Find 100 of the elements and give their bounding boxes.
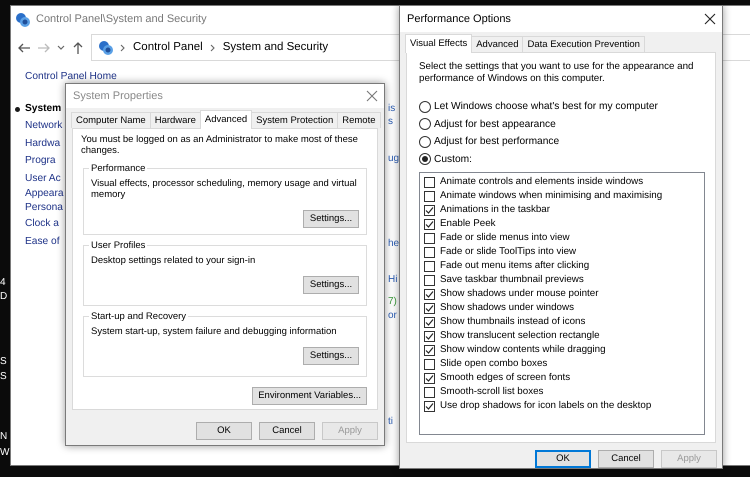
sidebar-link[interactable]: Network [25, 117, 62, 134]
checkbox[interactable] [424, 232, 435, 244]
chevron-icon [120, 44, 126, 52]
dialog-button[interactable]: Cancel [259, 422, 315, 440]
checkbox-label: Show window contents while dragging [440, 342, 606, 357]
link-text[interactable]: s [388, 116, 393, 128]
checkbox[interactable] [424, 316, 435, 328]
checkbox[interactable] [424, 330, 435, 342]
close-icon[interactable] [704, 13, 716, 25]
checkbox[interactable] [424, 190, 435, 202]
checkbox-label: Animate windows when minimising and maximising [440, 188, 662, 203]
checkbox[interactable] [424, 302, 435, 314]
checkbox-label: Smooth-scroll list boxes [440, 384, 544, 399]
checkbox-label: Use drop shadows for icon labels on the desktop [440, 398, 652, 413]
settings-button[interactable]: Settings... [303, 347, 359, 365]
checkbox[interactable] [424, 218, 435, 230]
tab[interactable]: Computer Name [71, 112, 151, 128]
desktop-icon-label[interactable]: S [0, 356, 7, 368]
tab[interactable]: Advanced [200, 110, 252, 129]
sidebar-link[interactable]: Clock a [25, 215, 59, 232]
tab[interactable]: Data Execution Prevention [522, 36, 645, 52]
checkbox[interactable] [424, 274, 435, 286]
control-panel-icon [15, 12, 30, 27]
up-icon[interactable] [71, 40, 85, 54]
sidebar-link[interactable]: Hardwa [25, 134, 60, 152]
link-text[interactable]: he [388, 238, 400, 250]
dialog-button[interactable]: OK [196, 422, 252, 440]
group-description: Desktop settings related to your sign-in [91, 255, 256, 266]
checkbox-label: Fade or slide ToolTips into view [440, 244, 576, 259]
window-title: Control Panel\System and Security [36, 12, 207, 27]
checkbox[interactable] [424, 260, 435, 272]
checkbox[interactable] [424, 358, 435, 370]
group-description: System start-up, system failure and debugging information [91, 326, 338, 337]
radio-button[interactable] [419, 100, 431, 113]
caret-icon[interactable] [57, 44, 65, 51]
breadcrumb[interactable]: System and Security [222, 38, 328, 56]
dialog-button[interactable]: OK [535, 450, 591, 468]
bullet-icon [15, 106, 20, 112]
checkbox[interactable] [424, 372, 435, 384]
radio-button[interactable] [419, 118, 431, 130]
sidebar-link[interactable]: System [25, 100, 62, 117]
sidebar-link[interactable]: Progra [25, 152, 56, 170]
back-icon[interactable] [17, 40, 31, 54]
checkbox[interactable] [424, 176, 435, 188]
sidebar-link[interactable]: Appeara [25, 187, 64, 201]
group-title: Performance [89, 163, 148, 174]
checkbox-label: Show thumbnails instead of icons [440, 314, 586, 329]
sidebar-link[interactable]: User Ac [25, 170, 61, 187]
tab[interactable]: System Protection [251, 112, 338, 128]
link-text[interactable]: is [388, 103, 396, 115]
radio-label: Adjust for best performance [434, 135, 560, 150]
notice-text: You must be logged on as an Administrator to make most of these changes. [80, 134, 359, 156]
control-panel-icon [98, 40, 113, 55]
radio-button[interactable] [419, 153, 431, 166]
checkbox[interactable] [424, 400, 435, 412]
desktop-icon-label[interactable]: S [0, 371, 7, 383]
checkbox[interactable] [424, 344, 435, 356]
checkbox-label: Fade or slide menus into view [440, 230, 570, 245]
sidebar-link[interactable]: Persona [25, 201, 63, 215]
settings-button[interactable]: Settings... [303, 210, 359, 228]
desktop-icon-label[interactable]: W [0, 447, 10, 459]
checkbox-label: Save taskbar thumbnail previews [440, 272, 584, 287]
desktop-icon-label[interactable]: 4 [0, 277, 6, 289]
group-description: Visual effects, processor scheduling, memory usage and virtual memory [91, 178, 358, 200]
checkbox-label: Animate controls and elements inside windows [440, 174, 644, 189]
desktop-icon-label[interactable]: N [0, 431, 8, 443]
sidebar-link[interactable]: Ease of [25, 232, 60, 250]
checkbox-label: Slide open combo boxes [440, 356, 548, 371]
link-text[interactable]: or [388, 310, 397, 322]
desktop-icon-label[interactable]: D [0, 291, 8, 303]
checkbox[interactable] [424, 246, 435, 258]
checkbox-label: Show shadows under mouse pointer [440, 286, 598, 301]
radio-label: Adjust for best appearance [434, 118, 556, 132]
checkbox[interactable] [424, 204, 435, 216]
window-title: Performance Options [407, 12, 511, 27]
environment-variables-button[interactable]: Environment Variables... [252, 387, 367, 405]
window-title: System Properties [73, 88, 163, 104]
checkbox[interactable] [424, 288, 435, 300]
checkbox-label: Fade out menu items after clicking [440, 258, 590, 273]
checkbox[interactable] [424, 386, 435, 398]
checkbox-label: Show translucent selection rectangle [440, 328, 600, 343]
chevron-icon [210, 44, 216, 52]
breadcrumb[interactable]: Control Panel [133, 38, 203, 56]
link-text[interactable]: Hi [388, 274, 398, 286]
link-text[interactable]: ti [388, 416, 393, 428]
checkbox-label: Show shadows under windows [440, 300, 574, 315]
checkbox-label: Enable Peek [440, 216, 496, 231]
tab[interactable]: Visual Effects [405, 34, 472, 53]
group-title: Start-up and Recovery [89, 311, 188, 322]
tab[interactable]: Remote [337, 112, 381, 128]
settings-button[interactable]: Settings... [303, 276, 359, 294]
link-text[interactable]: 7) [388, 296, 397, 308]
link-text[interactable]: ug [388, 153, 400, 165]
dialog-button[interactable]: Cancel [598, 450, 654, 468]
radio-label: Custom: [434, 152, 472, 167]
checkbox-label: Animations in the taskbar [440, 202, 550, 217]
sidebar-link[interactable]: Control Panel Home [25, 68, 117, 86]
checkbox-label: Smooth edges of screen fonts [440, 370, 570, 385]
group-title: User Profiles [89, 240, 148, 251]
radio-button[interactable] [419, 136, 431, 148]
